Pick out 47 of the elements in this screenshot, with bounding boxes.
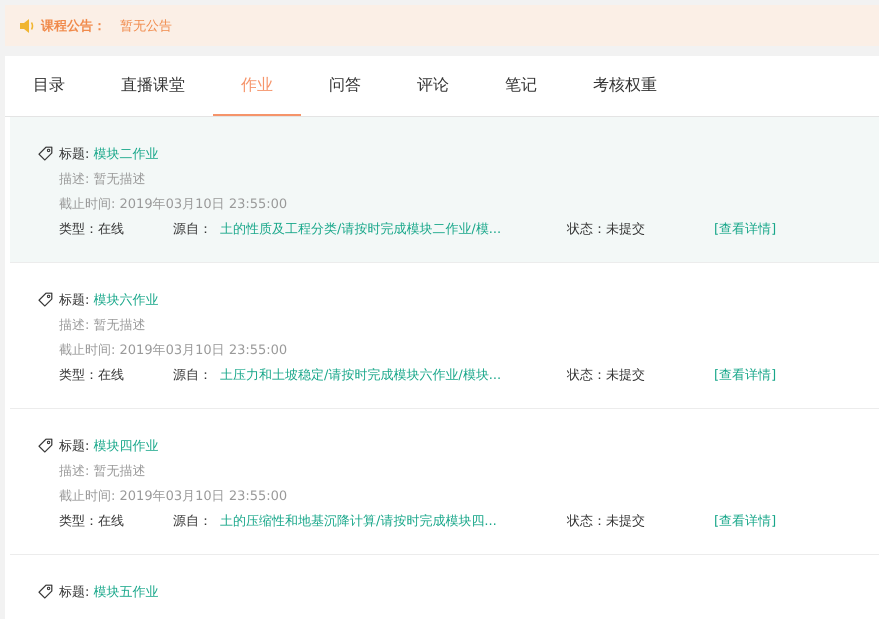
type-value: 在线 xyxy=(98,222,124,236)
title-label: 标题: xyxy=(59,292,90,308)
type-value: 在线 xyxy=(98,368,124,382)
status-label: 状态： xyxy=(567,514,606,528)
tab[interactable]: 笔记 xyxy=(477,56,565,116)
deadline-text: 截止时间: 2019年03月10日 23:55:00 xyxy=(58,488,288,506)
description-text: 描述: 暂无描述 xyxy=(58,316,147,334)
tab[interactable]: 目录 xyxy=(5,56,93,116)
deadline-text: 截止时间: 2019年03月10日 23:55:00 xyxy=(58,196,288,214)
status-value: 未提交 xyxy=(606,222,645,236)
view-details-link[interactable]: [查看详情] xyxy=(714,512,776,530)
type-label: 类型： xyxy=(59,368,98,382)
view-details-link[interactable]: [查看详情] xyxy=(714,220,776,238)
status-label: 状态： xyxy=(567,368,606,382)
tab[interactable]: 直播课堂 xyxy=(93,56,213,116)
source-link[interactable]: 土的性质及工程分类/请按时完成模块二作业/模... xyxy=(220,222,502,236)
tab[interactable]: 考核权重 xyxy=(565,56,685,116)
tab[interactable]: 问答 xyxy=(301,56,389,116)
type-label: 类型： xyxy=(59,222,98,236)
description-text: 描述: 暂无描述 xyxy=(58,462,147,480)
notice-label: 课程公告： xyxy=(41,18,106,34)
source-link[interactable]: 土的压缩性和地基沉降计算/请按时完成模块四... xyxy=(220,514,497,528)
tag-icon xyxy=(38,292,53,307)
description-text: 描述: 暂无描述 xyxy=(58,170,147,188)
title-label: 标题: xyxy=(59,438,90,454)
title-label: 标题: xyxy=(59,584,90,600)
type-value: 在线 xyxy=(98,514,124,528)
tag-icon xyxy=(38,438,53,453)
deadline-text: 截止时间: 2019年03月10日 23:55:00 xyxy=(58,342,288,360)
tag-icon xyxy=(38,584,53,599)
tab[interactable]: 评论 xyxy=(389,56,477,116)
source-link[interactable]: 土压力和土坡稳定/请按时完成模块六作业/模块... xyxy=(220,368,502,382)
assignment-title[interactable]: 模块五作业 xyxy=(93,582,158,600)
tag-icon xyxy=(38,146,53,161)
title-label: 标题: xyxy=(59,146,90,162)
notice-text: 暂无公告 xyxy=(120,18,172,34)
assignment-title[interactable]: 模块二作业 xyxy=(93,144,158,162)
source-label: 源自： xyxy=(173,368,212,382)
view-details-link[interactable]: [查看详情] xyxy=(714,366,776,384)
type-label: 类型： xyxy=(59,514,98,528)
status-value: 未提交 xyxy=(606,514,645,528)
assignment-title[interactable]: 模块六作业 xyxy=(93,290,158,308)
source-label: 源自： xyxy=(173,514,212,528)
status-value: 未提交 xyxy=(606,368,645,382)
assignment-title[interactable]: 模块四作业 xyxy=(93,436,158,454)
source-label: 源自： xyxy=(173,222,212,236)
status-label: 状态： xyxy=(567,222,606,236)
